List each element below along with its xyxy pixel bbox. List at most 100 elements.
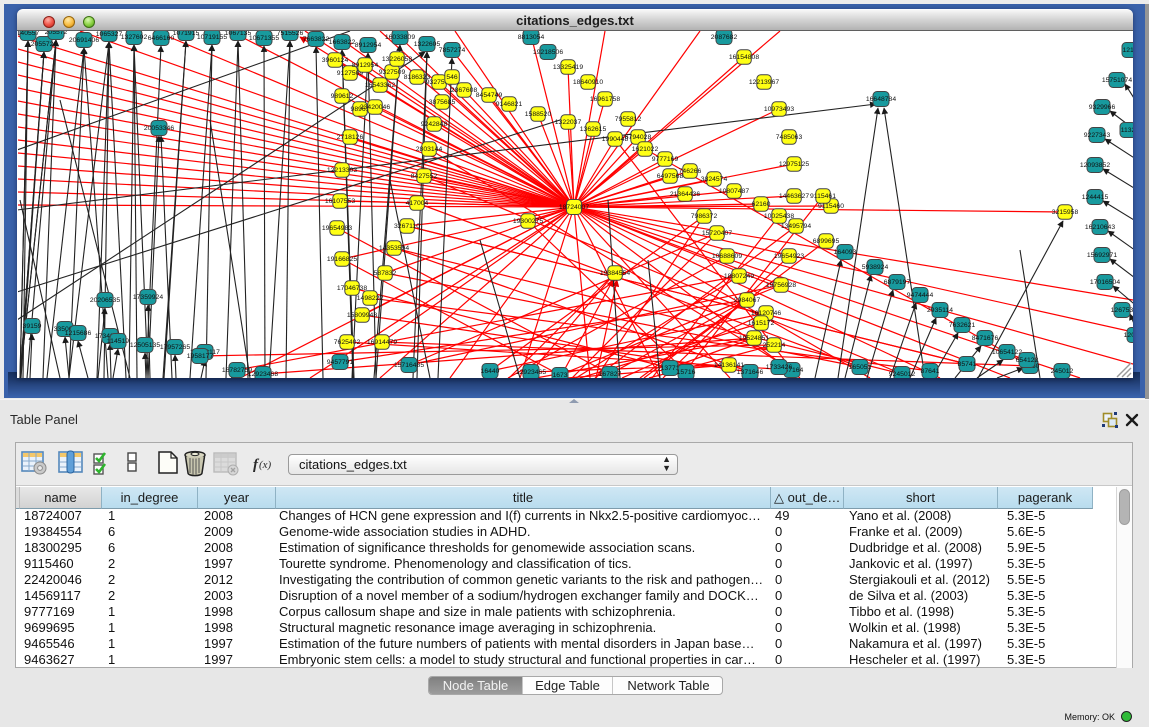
svg-text:6879197: 6879197 <box>884 279 911 286</box>
svg-text:1498222: 1498222 <box>357 295 384 302</box>
svg-text:9777169: 9777169 <box>652 156 679 163</box>
svg-text:3215958: 3215958 <box>1052 209 1079 216</box>
svg-text:19384554: 19384554 <box>600 270 630 277</box>
svg-text:12923468: 12923468 <box>248 371 278 378</box>
svg-text:8471676: 8471676 <box>972 335 999 342</box>
svg-text:1132: 1132 <box>1121 127 1133 134</box>
svg-text:20691406: 20691406 <box>69 37 99 44</box>
svg-text:2935114: 2935114 <box>927 307 953 314</box>
svg-text:16961758: 16961758 <box>590 96 620 103</box>
svg-text:120465: 120465 <box>1124 332 1133 339</box>
svg-text:13325419: 13325419 <box>553 64 583 71</box>
svg-text:10807487: 10807487 <box>719 188 749 195</box>
svg-text:1362615: 1362615 <box>580 126 607 133</box>
svg-text:9146821: 9146821 <box>496 101 523 108</box>
svg-text:7515526: 7515526 <box>277 31 304 37</box>
svg-text:19166825: 19166825 <box>327 256 357 263</box>
svg-text:245012: 245012 <box>1051 368 1074 375</box>
svg-text:3824574: 3824574 <box>701 176 728 183</box>
svg-text:10654122: 10654122 <box>992 349 1022 356</box>
svg-text:19300275: 19300275 <box>513 218 543 225</box>
svg-text:19654983: 19654983 <box>322 225 352 232</box>
svg-text:13495794: 13495794 <box>781 223 811 230</box>
svg-text:8427552: 8427552 <box>411 173 438 180</box>
svg-text:17016504: 17016504 <box>1090 279 1120 286</box>
svg-text:10719155: 10719155 <box>197 34 227 41</box>
svg-text:205572: 205572 <box>45 31 68 36</box>
svg-text:1733426: 1733426 <box>766 364 793 371</box>
svg-text:1212: 1212 <box>1122 47 1133 54</box>
svg-text:16210643: 16210643 <box>1085 224 1115 231</box>
svg-text:1327602: 1327602 <box>121 34 148 41</box>
svg-text:1673: 1673 <box>552 372 567 378</box>
svg-text:16543362: 16543362 <box>365 82 395 89</box>
svg-text:20053346: 20053346 <box>144 125 174 132</box>
svg-text:12505135: 12505135 <box>130 342 160 349</box>
svg-text:15716: 15716 <box>677 369 696 376</box>
svg-text:2718126: 2718126 <box>337 134 364 141</box>
svg-text:1588520: 1588520 <box>525 111 552 118</box>
svg-text:16440: 16440 <box>481 368 500 375</box>
svg-text:6497568: 6497568 <box>657 173 684 180</box>
svg-text:6794028: 6794028 <box>625 134 652 141</box>
svg-text:9245012: 9245012 <box>889 371 916 378</box>
svg-text:654122: 654122 <box>1016 357 1039 364</box>
svg-text:10973493: 10973493 <box>764 106 794 113</box>
svg-text:12923465: 12923465 <box>516 369 546 376</box>
svg-text:126753: 126753 <box>1111 307 1133 314</box>
svg-text:2803144: 2803144 <box>416 146 443 153</box>
svg-text:39159: 39159 <box>23 323 42 330</box>
svg-text:1071915: 1071915 <box>173 31 200 37</box>
svg-text:1065327: 1065327 <box>96 31 123 38</box>
svg-text:1215686: 1215686 <box>65 330 92 337</box>
svg-text:1322605: 1322605 <box>414 41 441 48</box>
svg-text:1615172: 1615172 <box>748 320 775 327</box>
svg-text:3267110: 3267110 <box>394 223 420 230</box>
svg-text:18807249: 18807249 <box>724 273 754 280</box>
svg-text:1958177: 1958177 <box>187 353 214 360</box>
svg-text:20206535: 20206535 <box>90 297 120 304</box>
svg-text:87641: 87641 <box>921 368 940 375</box>
svg-text:19218506: 19218506 <box>533 49 563 56</box>
svg-text:9329966: 9329966 <box>1089 104 1116 111</box>
svg-text:12975125: 12975125 <box>779 161 809 168</box>
svg-text:2867608: 2867608 <box>451 87 478 94</box>
svg-text:9327509: 9327509 <box>379 69 406 76</box>
svg-text:23420046: 23420046 <box>360 104 390 111</box>
svg-text:3960124: 3960124 <box>322 57 349 64</box>
svg-text:7986372: 7986372 <box>691 213 718 220</box>
svg-text:587832: 587832 <box>374 270 397 277</box>
svg-text:165051: 165051 <box>849 364 872 371</box>
svg-text:114519: 114519 <box>107 338 129 345</box>
svg-text:9457791: 9457791 <box>327 359 354 366</box>
svg-text:1322037: 1322037 <box>555 119 582 126</box>
svg-text:1663822: 1663822 <box>329 39 356 46</box>
svg-text:7632621: 7632621 <box>949 322 976 329</box>
svg-text:16154808: 16154808 <box>729 54 759 61</box>
svg-text:15716485: 15716485 <box>394 362 424 369</box>
svg-text:15720407: 15720407 <box>702 230 732 237</box>
svg-text:12213303: 12213303 <box>327 167 357 174</box>
svg-text:16107553: 16107553 <box>325 198 355 205</box>
svg-text:5938924: 5938924 <box>862 264 889 271</box>
svg-text:1371646: 1371646 <box>737 369 764 376</box>
svg-text:13226058: 13226058 <box>382 56 412 63</box>
svg-text:16914479: 16914479 <box>367 339 397 346</box>
svg-text:19756928: 19756928 <box>766 282 796 289</box>
svg-text:9115461: 9115461 <box>810 193 836 200</box>
svg-text:9242848: 9242848 <box>421 121 448 128</box>
svg-text:3875685: 3875685 <box>429 99 456 106</box>
svg-text:8912954: 8912954 <box>352 62 379 69</box>
svg-text:1244415: 1244415 <box>1082 194 1109 201</box>
svg-text:62160: 62160 <box>752 201 771 208</box>
svg-text:1621022: 1621022 <box>632 146 659 153</box>
svg-text:19524851: 19524851 <box>739 335 769 342</box>
svg-text:17359924: 17359924 <box>133 294 163 301</box>
svg-text:12093852: 12093852 <box>1080 162 1110 169</box>
svg-text:7955812: 7955812 <box>615 116 642 123</box>
svg-text:7625402: 7625402 <box>334 339 361 346</box>
svg-text:21364436: 21364436 <box>670 191 700 198</box>
svg-text:1067135: 1067135 <box>225 31 252 37</box>
svg-text:16033809: 16033809 <box>385 34 415 41</box>
svg-text:2984067: 2984067 <box>734 297 761 304</box>
